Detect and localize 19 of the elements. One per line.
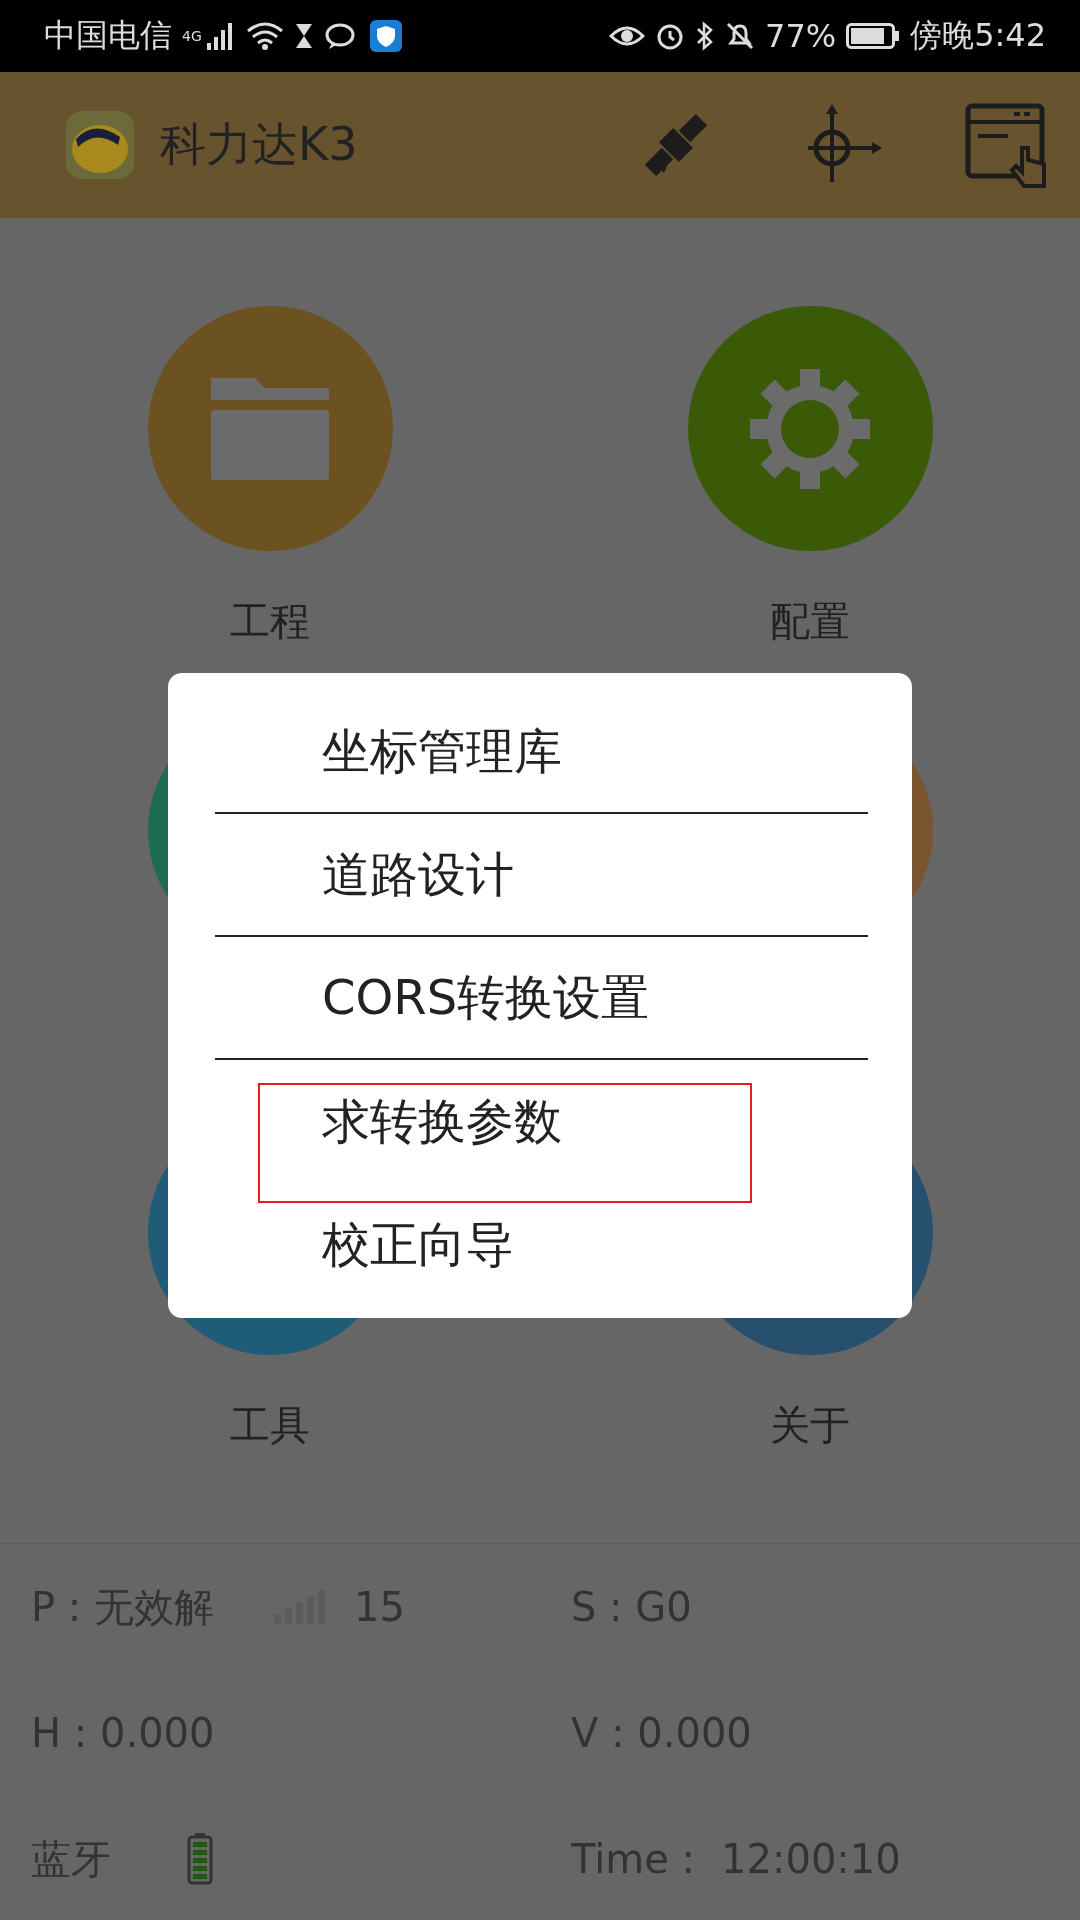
hourglass-icon: [293, 22, 314, 50]
battery-icon: [846, 23, 901, 49]
shield-app-icon: [369, 20, 402, 52]
bell-off-icon: [725, 21, 755, 51]
clock: 傍晚5:42: [910, 15, 1046, 56]
app-logo-icon: [64, 109, 136, 181]
device-battery-icon: [187, 1833, 213, 1885]
network-type: 4G: [182, 28, 202, 44]
menu-item[interactable]: 求转换参数: [322, 1089, 562, 1154]
menu-item[interactable]: 坐标管理库: [322, 719, 562, 784]
app-title: 科力达K3: [160, 116, 358, 173]
menu-item[interactable]: CORS转换设置: [322, 965, 650, 1030]
bluetooth-icon: [695, 21, 715, 51]
battery-percent: 77%: [765, 17, 837, 55]
carrier-name: 中国电信: [44, 15, 172, 56]
wifi-icon: [245, 21, 284, 51]
menu-item[interactable]: 道路设计: [322, 842, 514, 907]
gear-icon: [748, 366, 872, 491]
menu-item[interactable]: 校正向导: [322, 1212, 514, 1277]
